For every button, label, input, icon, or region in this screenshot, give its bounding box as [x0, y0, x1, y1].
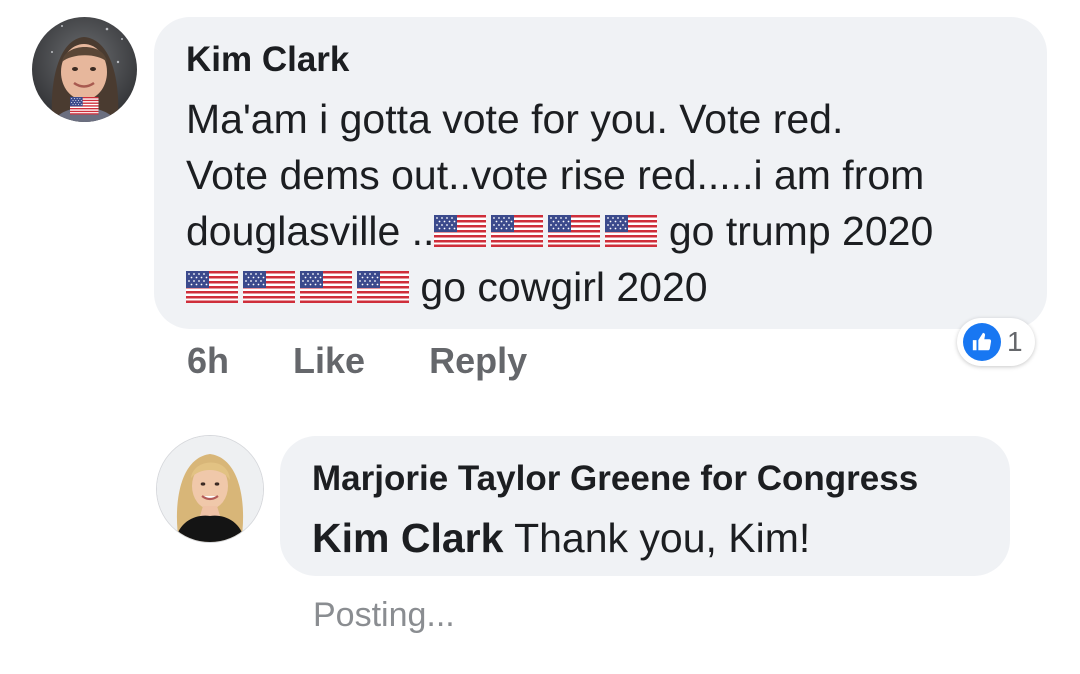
comment-author-name[interactable]: Kim Clark: [186, 39, 1017, 81]
comment-line-2: Vote dems out..vote rise red.....i am fr…: [186, 152, 925, 198]
us-flag-emoji-icon: [300, 271, 352, 303]
us-flag-emoji-icon: [434, 215, 486, 247]
reply-bubble: Marjorie Taylor Greene for Congress Kim …: [280, 436, 1010, 576]
like-button[interactable]: Like: [293, 340, 365, 382]
avatar-kim-clark-image: [32, 17, 137, 122]
comment-bubble: Kim Clark Ma'am i gotta vote for you. Vo…: [154, 17, 1047, 329]
comment-timestamp[interactable]: 6h: [187, 340, 229, 382]
reaction-count: 1: [1007, 326, 1023, 357]
flag-emoji-group: [186, 259, 409, 315]
commenter-avatar[interactable]: [32, 17, 137, 122]
reply-mention-link[interactable]: Kim Clark: [312, 515, 503, 561]
posting-status: Posting...: [313, 596, 455, 634]
reply-author-avatar[interactable]: [157, 436, 263, 542]
reply-button[interactable]: Reply: [429, 340, 527, 382]
comment-line-3-suffix: go trump 2020: [668, 208, 934, 254]
comment-line-1: Ma'am i gotta vote for you. Vote red.: [186, 96, 844, 142]
thumbs-up-icon: [963, 323, 1001, 361]
reaction-count-badge[interactable]: 1: [957, 318, 1035, 366]
reply-body: Kim Clark Thank you, Kim!: [312, 510, 980, 566]
comment-line-4: go cowgirl 2020: [186, 259, 1017, 315]
us-flag-emoji-icon: [357, 271, 409, 303]
us-flag-emoji-icon: [186, 271, 238, 303]
comment-line-3: douglasville .. go trump 2020: [186, 203, 1017, 259]
comment-actions: 6h Like Reply: [187, 338, 527, 382]
us-flag-emoji-icon: [243, 271, 295, 303]
comment-line-3-prefix: douglasville ..: [186, 208, 435, 254]
us-flag-emoji-icon: [491, 215, 543, 247]
flag-emoji-group: [434, 203, 657, 259]
reply-text: Thank you, Kim!: [514, 515, 811, 561]
comment-body: Ma'am i gotta vote for you. Vote red. Vo…: [186, 91, 1017, 315]
avatar-mtg-image: [157, 436, 263, 542]
us-flag-emoji-icon: [548, 215, 600, 247]
comment-line-4-suffix: go cowgirl 2020: [420, 264, 708, 310]
reply-author-name[interactable]: Marjorie Taylor Greene for Congress: [312, 458, 980, 500]
us-flag-emoji-icon: [605, 215, 657, 247]
